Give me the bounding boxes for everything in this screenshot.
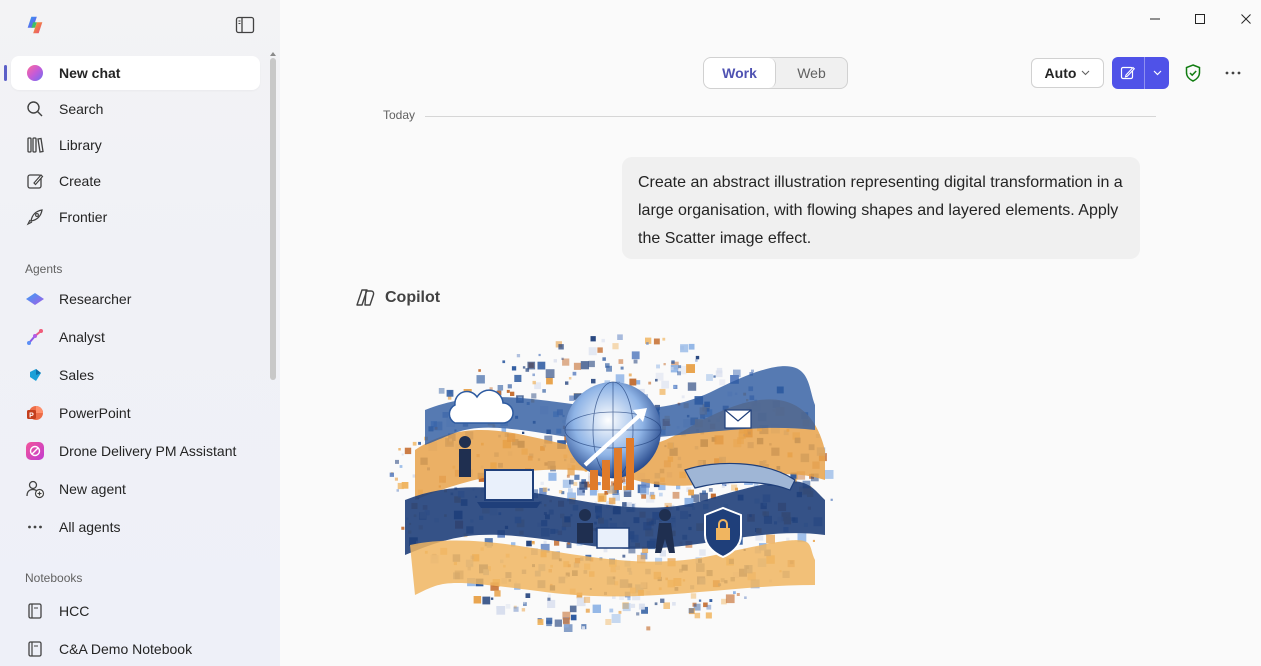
assistant-header: Copilot bbox=[355, 287, 440, 309]
agent-item-drone-delivery[interactable]: Drone Delivery PM Assistant bbox=[11, 434, 260, 468]
tab-web[interactable]: Web bbox=[776, 58, 847, 88]
researcher-icon bbox=[25, 289, 45, 309]
sidebar-item-label: HCC bbox=[59, 603, 90, 619]
agents-section-label: Agents bbox=[25, 262, 63, 276]
notebooks-section-label: Notebooks bbox=[25, 571, 83, 585]
copilot-color-icon bbox=[25, 63, 45, 83]
sidebar-item-create[interactable]: Create bbox=[11, 164, 260, 198]
chevron-down-icon bbox=[1082, 70, 1090, 76]
powerpoint-icon: P bbox=[25, 403, 45, 423]
notebook-item-ca-demo[interactable]: C&A Demo Notebook bbox=[11, 632, 260, 666]
sidebar-item-label: New agent bbox=[59, 481, 126, 497]
sidebar-item-label: Researcher bbox=[59, 291, 132, 307]
close-icon bbox=[1241, 14, 1251, 24]
model-selector-label: Auto bbox=[1044, 65, 1077, 81]
analyst-icon bbox=[25, 327, 45, 347]
sidebar-scrollbar[interactable] bbox=[270, 58, 276, 380]
sidebar-item-label: Frontier bbox=[59, 209, 108, 225]
sidebar-item-search[interactable]: Search bbox=[11, 92, 260, 126]
compose-icon bbox=[1120, 66, 1136, 80]
agent-item-researcher[interactable]: Researcher bbox=[11, 282, 260, 316]
sidebar-item-label: Library bbox=[59, 137, 102, 153]
shield-check-icon[interactable] bbox=[1183, 63, 1203, 83]
assistant-name: Copilot bbox=[385, 289, 441, 306]
date-divider-label: Today bbox=[383, 108, 416, 122]
copilot-mono-icon bbox=[356, 289, 375, 306]
close-button[interactable] bbox=[1237, 10, 1255, 28]
date-divider-line bbox=[425, 116, 1156, 117]
chevron-down-icon bbox=[1153, 70, 1161, 76]
ellipsis-icon bbox=[25, 517, 45, 537]
library-icon bbox=[25, 135, 45, 155]
sidebar-item-frontier[interactable]: Frontier bbox=[11, 200, 260, 234]
notebook-item-hcc[interactable]: HCC bbox=[11, 594, 260, 628]
sidebar-item-label: Sales bbox=[59, 367, 95, 383]
notebook-icon bbox=[25, 601, 45, 621]
agent-item-powerpoint[interactable]: P PowerPoint bbox=[11, 396, 260, 430]
sidebar-item-library[interactable]: Library bbox=[11, 128, 260, 162]
scroll-up-arrow[interactable] bbox=[270, 52, 276, 56]
sidebar-item-label: PowerPoint bbox=[59, 405, 131, 421]
generated-illustration[interactable] bbox=[385, 330, 837, 632]
new-chat-split-button bbox=[1112, 57, 1169, 89]
sidebar-item-label: Search bbox=[59, 101, 104, 117]
sidebar-item-label: Drone Delivery PM Assistant bbox=[59, 443, 237, 459]
more-horizontal-icon bbox=[1225, 71, 1241, 75]
rocket-icon bbox=[25, 207, 45, 227]
copilot-logo[interactable] bbox=[24, 14, 46, 36]
agent-item-new-agent[interactable]: New agent bbox=[11, 472, 260, 506]
tab-work[interactable]: Work bbox=[704, 58, 776, 88]
minimize-icon bbox=[1150, 18, 1160, 20]
new-agent-icon bbox=[25, 479, 45, 499]
maximize-icon bbox=[1195, 14, 1205, 24]
more-options-button[interactable] bbox=[1223, 63, 1243, 83]
minimize-button[interactable] bbox=[1146, 10, 1164, 28]
agent-item-all-agents[interactable]: All agents bbox=[11, 510, 260, 544]
svg-text:P: P bbox=[29, 413, 34, 420]
agent-item-sales[interactable]: Sales bbox=[11, 358, 260, 392]
model-selector[interactable]: Auto bbox=[1031, 58, 1104, 88]
collapse-sidebar-icon[interactable] bbox=[235, 16, 255, 34]
sales-icon bbox=[25, 365, 45, 385]
sidebar-item-label: Create bbox=[59, 173, 102, 189]
agent-item-analyst[interactable]: Analyst bbox=[11, 320, 260, 354]
create-icon bbox=[25, 171, 45, 191]
maximize-button[interactable] bbox=[1191, 10, 1209, 28]
notebook-icon bbox=[25, 639, 45, 659]
user-message-text: Create an abstract illustration represen… bbox=[638, 174, 1123, 247]
sidebar-item-label: All agents bbox=[59, 519, 121, 535]
search-icon bbox=[25, 99, 45, 119]
new-chat-dropdown[interactable] bbox=[1145, 57, 1169, 89]
sidebar-item-new-chat[interactable]: New chat bbox=[11, 56, 260, 90]
user-message-bubble: Create an abstract illustration represen… bbox=[622, 157, 1140, 259]
sidebar: New chat Search Library Create Frontier … bbox=[0, 0, 280, 666]
new-chat-button[interactable] bbox=[1112, 57, 1144, 89]
active-indicator bbox=[4, 65, 7, 81]
work-web-toggle: Work Web bbox=[703, 57, 848, 89]
sidebar-item-label: New chat bbox=[59, 65, 121, 81]
sidebar-item-label: Analyst bbox=[59, 329, 105, 345]
drone-agent-icon bbox=[25, 441, 45, 461]
sidebar-item-label: C&A Demo Notebook bbox=[59, 641, 193, 657]
